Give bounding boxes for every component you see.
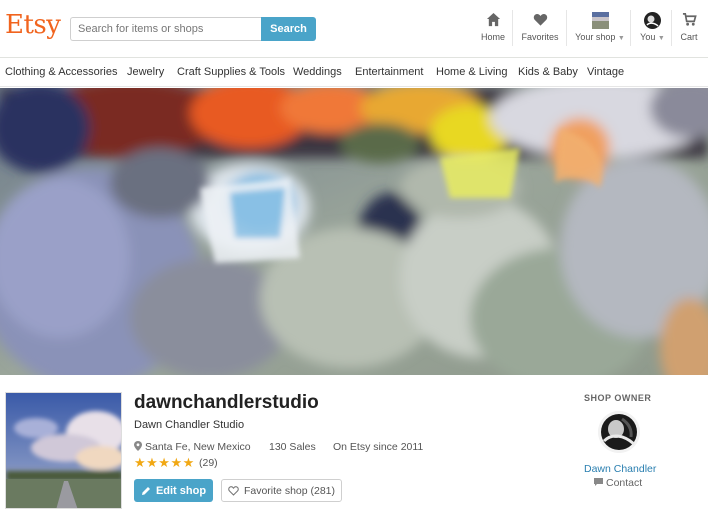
divider	[671, 10, 672, 46]
nav-home-label: Home	[480, 32, 505, 42]
nav-favorites-label: Favorites	[521, 32, 559, 42]
contact-link[interactable]: Contact	[594, 477, 642, 489]
edit-shop-button[interactable]: Edit shop	[134, 479, 213, 502]
cart-icon	[678, 12, 700, 29]
category-link[interactable]: Kids & Baby	[518, 66, 578, 78]
shop-thumbnail-icon	[575, 12, 625, 29]
owner-name-link[interactable]: Dawn Chandler	[584, 463, 656, 475]
favorite-shop-label: Favorite shop (281)	[243, 484, 336, 497]
shop-title: Dawn Chandler Studio	[134, 419, 245, 431]
category-link[interactable]: Entertainment	[355, 66, 423, 78]
divider	[566, 10, 567, 46]
etsy-logo[interactable]: Etsy	[5, 10, 61, 40]
nav-your-shop[interactable]: Your shop ▼	[575, 12, 625, 42]
nav-favorites[interactable]: Favorites	[521, 12, 559, 42]
shop-banner-image	[0, 88, 708, 375]
search-button[interactable]: Search	[261, 17, 316, 41]
shop-location: Santa Fe, New Mexico	[134, 441, 251, 453]
shop-owner-heading: SHOP OWNER	[584, 393, 652, 403]
category-link[interactable]: Weddings	[293, 66, 342, 78]
caret-down-icon: ▼	[617, 35, 625, 42]
review-count[interactable]: (29)	[199, 457, 218, 469]
shop-name: dawnchandlerstudio	[134, 392, 319, 413]
nav-cart[interactable]: Cart	[678, 12, 700, 42]
category-nav: Clothing & Accessories Jewelry Craft Sup…	[0, 59, 708, 87]
nav-you[interactable]: You ▼	[639, 12, 666, 42]
divider	[512, 10, 513, 46]
nav-your-shop-label: Your shop	[575, 32, 616, 42]
caret-down-icon: ▼	[657, 35, 665, 42]
site-header: Etsy Search Home Favorites Your shop ▼ Y…	[0, 0, 708, 58]
home-icon	[480, 12, 506, 29]
category-link[interactable]: Home & Living	[436, 66, 508, 78]
nav-cart-label: Cart	[680, 32, 698, 42]
heart-outline-icon	[228, 485, 239, 496]
contact-label: Contact	[606, 477, 643, 489]
pencil-icon	[141, 486, 150, 495]
category-link[interactable]: Vintage	[587, 66, 624, 78]
shop-location-text: Santa Fe, New Mexico	[145, 441, 251, 453]
shop-sales[interactable]: 130 Sales	[269, 441, 316, 453]
owner-avatar[interactable]	[598, 411, 640, 453]
edit-shop-label: Edit shop	[155, 484, 207, 497]
search-input[interactable]	[70, 17, 262, 41]
shop-icon-image[interactable]	[5, 392, 122, 509]
favorite-shop-button[interactable]: Favorite shop (281)	[221, 479, 342, 502]
divider	[630, 10, 631, 46]
shop-since: On Etsy since 2011	[333, 441, 424, 453]
category-link[interactable]: Craft Supplies & Tools	[177, 66, 285, 78]
message-icon	[594, 478, 603, 486]
location-pin-icon	[134, 441, 142, 451]
heart-icon	[521, 12, 559, 29]
rating-stars[interactable]: ★★★★★	[134, 455, 195, 471]
user-avatar-icon	[639, 12, 666, 29]
category-link[interactable]: Clothing & Accessories	[5, 66, 118, 78]
nav-home[interactable]: Home	[480, 12, 506, 42]
nav-you-label: You	[640, 32, 656, 42]
category-link[interactable]: Jewelry	[127, 66, 164, 78]
